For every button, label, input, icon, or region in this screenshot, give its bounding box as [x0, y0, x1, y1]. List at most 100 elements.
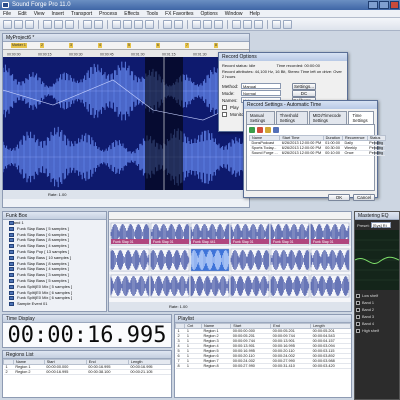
marker-label[interactable]: 7: [185, 43, 189, 48]
app-icon: [2, 2, 9, 8]
record-icon[interactable]: [112, 20, 121, 29]
marker-label[interactable]: 5: [127, 43, 131, 48]
undo-icon[interactable]: [83, 20, 92, 29]
marker-icon[interactable]: [192, 20, 201, 29]
open-icon[interactable]: [14, 20, 23, 29]
folder-icon: [9, 244, 14, 249]
eq-band-label: Band 4: [362, 321, 375, 326]
tab-manual-settings[interactable]: Manual Settings: [246, 111, 275, 124]
toolbar-separator: [187, 20, 188, 29]
table-row[interactable]: 8 1 Region 8 00:00:27.990 00:00:31.410 00:00:…: [175, 363, 351, 369]
minimize-button[interactable]: [368, 1, 378, 9]
redo-icon[interactable]: [94, 20, 103, 29]
cell-dur: 01:00:00: [323, 140, 343, 146]
marker-label[interactable]: Marker 1: [11, 43, 27, 48]
pause-icon[interactable]: [145, 20, 154, 29]
properties-icon[interactable]: [273, 127, 279, 133]
menu-transport[interactable]: Transport: [71, 10, 92, 17]
tab-threshold-settings[interactable]: Threshold Settings: [275, 111, 308, 124]
ok-button[interactable]: OK: [328, 194, 350, 201]
menu-view[interactable]: View: [34, 10, 45, 17]
monitor-checkbox[interactable]: [222, 111, 227, 117]
eq-band-row[interactable]: Band 4: [356, 320, 398, 327]
mixer-icon[interactable]: [272, 20, 281, 29]
cell-end: 00:00:31.410: [270, 363, 311, 369]
add-icon[interactable]: [249, 127, 255, 133]
marker-label[interactable]: 4: [98, 43, 102, 48]
loop-icon[interactable]: [214, 20, 223, 29]
mode-select[interactable]: Normal: [241, 90, 281, 96]
table-row[interactable]: 2 Region 2 00:00:16.995 00:00:38.100 00:00:2…: [3, 369, 171, 375]
delete-icon[interactable]: [257, 127, 263, 133]
menu-window[interactable]: Window: [225, 10, 243, 17]
eq-band-row[interactable]: Band 1: [356, 299, 398, 306]
dc-adjust-button[interactable]: DC Adjust...: [292, 89, 316, 102]
table-row[interactable]: Sound Forge ... 6/26/2013 12:00:00 PM 00:1…: [249, 150, 386, 156]
column-header[interactable]: Recurrence: [342, 135, 368, 141]
funk-box-panel: Funk Box Band 1 Funk Slap Bass [ 5 sample…: [2, 211, 107, 312]
paste-icon[interactable]: [65, 20, 74, 29]
edit-icon[interactable]: [265, 127, 271, 133]
waveform-display[interactable]: 00:00:00 00:00:15 00:00:30 00:00:45 00:01:00…: [3, 50, 249, 190]
method-select[interactable]: Manual: [241, 83, 281, 89]
cut-icon[interactable]: [43, 20, 52, 29]
cancel-button[interactable]: Cancel: [353, 194, 375, 201]
tab-midi-timecode-settings[interactable]: MIDI/Timecode Settings: [308, 111, 348, 124]
eq-band-checkbox[interactable]: [356, 328, 360, 333]
eq-band-row[interactable]: High shelf: [356, 327, 398, 334]
preset-select[interactable]: [Sys] Ri: [370, 222, 391, 228]
eq-band-checkbox[interactable]: [356, 314, 360, 319]
event-tracks[interactable]: Funk Slap 01 Funk Slap 01 Funk Slap 441 Fun…: [109, 220, 351, 302]
folder-icon: [9, 255, 14, 260]
marker-label[interactable]: 6: [156, 43, 160, 48]
menu-effects[interactable]: Effects: [124, 10, 139, 17]
metronome-icon[interactable]: [254, 20, 263, 29]
settings-button[interactable]: Settings...: [292, 82, 316, 90]
clip-label: Funk Slap 01: [153, 240, 174, 244]
eq-band-row[interactable]: Low shelf: [356, 292, 398, 299]
folder-icon: [9, 302, 14, 307]
regions-list-panel: Regions List Name Start End Length 1 Region …: [2, 350, 172, 398]
menu-edit[interactable]: Edit: [18, 10, 27, 17]
tree-item[interactable]: Sample Event 01: [3, 301, 106, 307]
eq-graph[interactable]: [355, 230, 399, 290]
zoom-out-icon[interactable]: [174, 20, 183, 29]
snap-icon[interactable]: [232, 20, 241, 29]
menu-file[interactable]: File: [3, 10, 11, 17]
clip-label: Funk Slap 01: [313, 240, 334, 244]
menu-tools[interactable]: Tools: [146, 10, 158, 17]
play-checkbox[interactable]: [222, 104, 227, 110]
eq-band-checkbox[interactable]: [356, 300, 360, 305]
close-button[interactable]: [390, 1, 399, 9]
play-icon[interactable]: [123, 20, 132, 29]
marker-label[interactable]: 8: [214, 43, 218, 48]
eq-band-checkbox[interactable]: [356, 307, 360, 312]
playlist-table: Cnt Name Start End Length 1 1 Region 1 00:00:00…: [174, 323, 351, 369]
marker-label[interactable]: 2: [40, 43, 44, 48]
column-header[interactable]: Duration: [322, 135, 344, 141]
marker-label[interactable]: 3: [69, 43, 73, 48]
copy-icon[interactable]: [54, 20, 63, 29]
eq-band-checkbox[interactable]: [356, 293, 360, 298]
zoom-in-icon[interactable]: [163, 20, 172, 29]
eq-band-row[interactable]: Band 2: [356, 306, 398, 313]
menu-options[interactable]: Options: [200, 10, 217, 17]
menu-fx-favorites[interactable]: FX Favorites: [165, 10, 193, 17]
fx-icon[interactable]: [283, 20, 292, 29]
toolbar-separator: [78, 20, 79, 29]
tab-time-settings[interactable]: Time Settings: [348, 111, 374, 124]
maximize-button[interactable]: [379, 1, 389, 9]
menu-insert[interactable]: Insert: [51, 10, 64, 17]
cell-start: 6/26/2013 12:00:00 PM: [279, 145, 324, 151]
toolbar-separator: [267, 20, 268, 29]
grid-icon[interactable]: [243, 20, 252, 29]
audio-event: [230, 248, 270, 272]
region-icon[interactable]: [203, 20, 212, 29]
menu-process[interactable]: Process: [99, 10, 117, 17]
new-icon[interactable]: [3, 20, 12, 29]
stop-icon[interactable]: [134, 20, 143, 29]
eq-band-checkbox[interactable]: [356, 321, 360, 326]
menu-help[interactable]: Help: [250, 10, 260, 17]
eq-band-row[interactable]: Band 3: [356, 313, 398, 320]
save-icon[interactable]: [25, 20, 34, 29]
